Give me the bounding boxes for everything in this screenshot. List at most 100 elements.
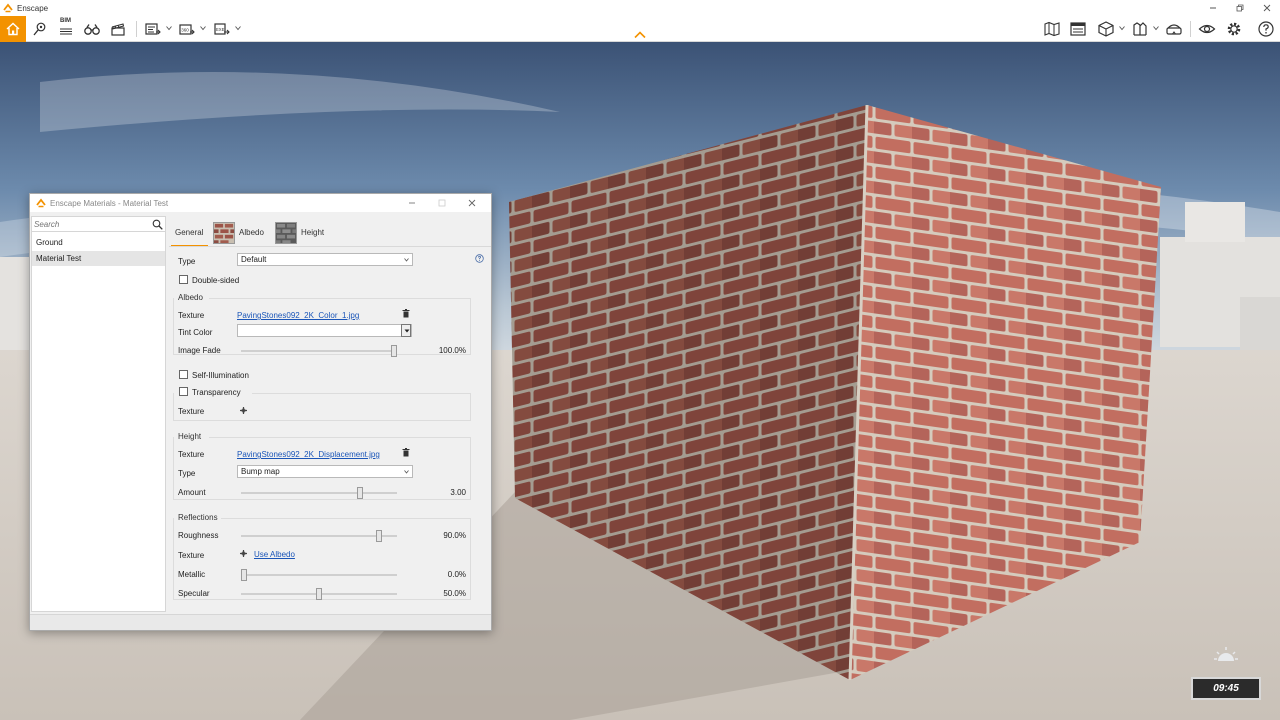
panorama-button[interactable]: 360 [177, 19, 197, 39]
height-type-value: Bump map [241, 467, 280, 476]
self-illumination-label: Self-Illumination [192, 371, 249, 380]
tab-general[interactable]: General [175, 219, 203, 246]
material-item-ground[interactable]: Ground [32, 235, 165, 250]
minimize-icon [409, 202, 415, 204]
main-toolbar: BIM 360 EXE [0, 16, 1280, 42]
video-editor-button[interactable] [108, 19, 128, 39]
maximize-icon [438, 199, 446, 207]
height-texture-label: Texture [178, 450, 205, 459]
maximize-button[interactable] [427, 194, 457, 212]
map-button[interactable] [1042, 19, 1062, 39]
views-button[interactable] [30, 19, 50, 39]
chevron-down-icon[interactable] [166, 25, 172, 31]
home-button[interactable] [0, 16, 26, 42]
object-placement-button[interactable] [1096, 19, 1116, 39]
asset-library-button[interactable] [1130, 19, 1150, 39]
restore-button[interactable] [1226, 0, 1253, 16]
slider-thumb[interactable] [241, 569, 247, 581]
vr-headset-button[interactable] [1164, 19, 1184, 39]
tab-general-label: General [175, 228, 204, 237]
trash-icon[interactable] [402, 448, 410, 457]
metallic-label: Metallic [178, 570, 206, 579]
self-illumination-checkbox[interactable] [179, 370, 188, 379]
tab-albedo-label: Albedo [239, 228, 264, 237]
chevron-down-icon[interactable] [235, 25, 241, 31]
toolbar-separator [136, 21, 137, 37]
binoculars-icon [84, 24, 100, 35]
search-icon[interactable] [152, 219, 163, 230]
minimize-button[interactable] [1199, 0, 1226, 16]
exe-export-button[interactable]: EXE [212, 19, 232, 39]
type-label: Type [178, 257, 196, 266]
image-fade-slider[interactable] [241, 345, 397, 357]
binoculars-button[interactable] [82, 19, 102, 39]
visual-settings-button[interactable] [1197, 19, 1217, 39]
use-albedo-link[interactable]: Use Albedo [254, 550, 295, 559]
home-icon [6, 22, 20, 36]
help-button[interactable] [1256, 19, 1276, 39]
materials-window-title-bar[interactable]: Enscape Materials - Material Test [30, 194, 491, 212]
search-input[interactable] [34, 218, 149, 230]
map-icon [1044, 21, 1060, 37]
clapperboard-icon [111, 23, 125, 36]
transparency-group [173, 393, 471, 421]
tint-color-picker[interactable] [237, 324, 412, 337]
location-pin-icon [33, 22, 46, 36]
slider-thumb[interactable] [391, 345, 397, 357]
height-type-select[interactable]: Bump map [237, 465, 413, 478]
add-texture-icon[interactable] [239, 406, 248, 415]
chevron-down-icon[interactable] [1153, 25, 1159, 31]
help-icon [1258, 21, 1274, 37]
metallic-slider[interactable] [241, 569, 397, 581]
tint-color-dropdown[interactable] [401, 324, 411, 337]
metallic-value: 0.0% [447, 570, 466, 579]
height-texture-link[interactable]: PavingStones092_2K_Displacement.jpg [237, 450, 380, 459]
chevron-down-icon[interactable] [1119, 25, 1125, 31]
bim-button[interactable]: BIM [56, 18, 76, 39]
screenshot-button[interactable] [143, 19, 163, 39]
trash-icon[interactable] [402, 309, 410, 318]
roughness-slider[interactable] [241, 530, 397, 542]
close-button[interactable] [457, 194, 487, 212]
chevron-up-icon[interactable] [633, 30, 647, 40]
time-of-day-display[interactable]: 09:45 [1191, 677, 1261, 700]
enscape-logo-icon [3, 3, 13, 13]
help-icon[interactable] [475, 254, 484, 263]
reflection-texture-label: Texture [178, 551, 205, 560]
tab-albedo[interactable]: Albedo [213, 219, 264, 246]
height-thumbnail [275, 221, 297, 244]
specular-slider[interactable] [241, 588, 397, 600]
sun-time-icon[interactable] [1213, 645, 1239, 663]
tab-height[interactable]: Height [275, 219, 324, 246]
close-button[interactable] [1253, 0, 1280, 16]
asset-library-icon [1133, 22, 1147, 36]
type-select[interactable]: Default [237, 253, 413, 266]
slider-thumb[interactable] [316, 588, 322, 600]
add-texture-icon[interactable] [239, 549, 248, 558]
material-item-material-test[interactable]: Material Test [32, 251, 165, 266]
restore-icon [1236, 4, 1243, 12]
image-fade-value: 100.0% [438, 346, 466, 355]
slider-thumb[interactable] [356, 487, 363, 499]
chevron-down-icon [404, 329, 410, 333]
svg-text:EXE: EXE [216, 27, 225, 32]
exe-export-icon: EXE [214, 23, 230, 35]
specular-label: Specular [178, 589, 210, 598]
settings-button[interactable] [1224, 19, 1244, 39]
amount-value: 3.00 [450, 488, 466, 497]
chevron-down-icon[interactable] [200, 25, 206, 31]
double-sided-checkbox[interactable] [179, 275, 188, 284]
app-title-bar: Enscape [0, 0, 1280, 16]
minimize-icon [1209, 7, 1216, 9]
albedo-texture-link[interactable]: PavingStones092_2K_Color_1.jpg [237, 311, 359, 320]
chevron-down-icon [404, 470, 409, 474]
minimize-button[interactable] [397, 194, 427, 212]
type-select-value: Default [241, 255, 267, 264]
image-fade-label: Image Fade [178, 346, 221, 355]
amount-slider[interactable] [241, 487, 397, 499]
roughness-value: 90.0% [443, 531, 466, 540]
slider-thumb[interactable] [376, 530, 382, 542]
app-title: Enscape [17, 3, 49, 13]
specular-value: 50.0% [443, 589, 466, 598]
video-editor-right-button[interactable] [1068, 19, 1088, 39]
